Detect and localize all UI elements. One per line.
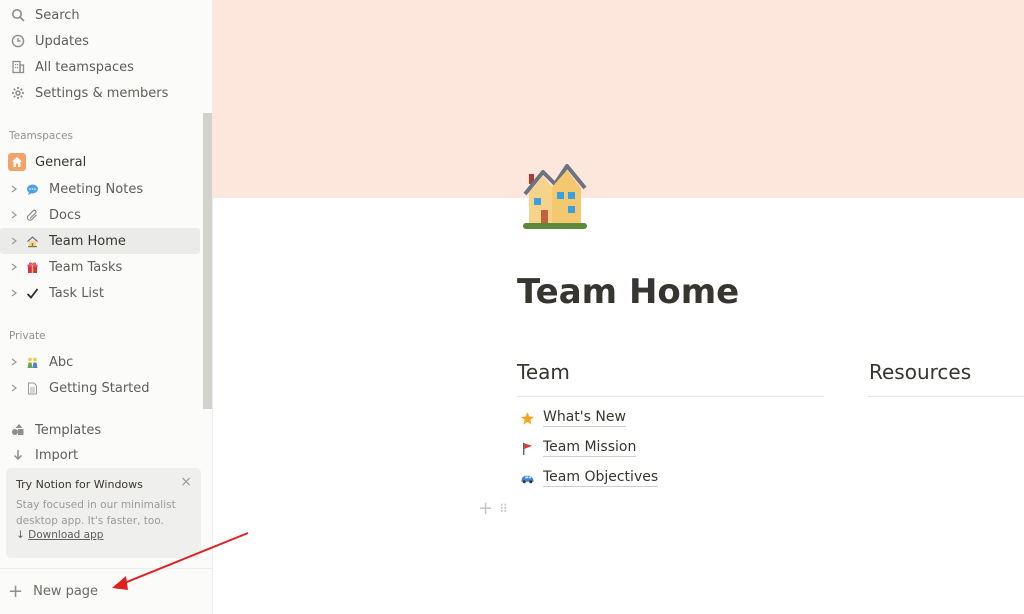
chevron-right-icon[interactable] xyxy=(8,358,20,366)
sidebar-item-label: Getting Started xyxy=(49,380,150,396)
chevron-right-icon[interactable] xyxy=(8,185,20,193)
sidebar-all-teamspaces[interactable]: All teamspaces xyxy=(0,54,200,80)
link-team-objectives[interactable]: Team Objectives xyxy=(519,467,659,489)
download-icon xyxy=(10,448,26,461)
sidebar-item-label: Meeting Notes xyxy=(49,181,144,197)
red-flag-icon xyxy=(519,440,535,456)
gift-icon xyxy=(24,259,40,275)
promo-title: Try Notion for Windows xyxy=(16,478,143,491)
checkmark-icon xyxy=(24,285,40,301)
team-divider xyxy=(517,396,824,397)
sidebar-item-meeting-notes[interactable]: Meeting Notes xyxy=(0,176,200,202)
clock-icon xyxy=(10,33,26,49)
gear-icon xyxy=(10,85,26,101)
chevron-right-icon[interactable] xyxy=(8,211,20,219)
sidebar-item-label: Abc xyxy=(49,354,74,370)
link-team-mission[interactable]: Team Mission xyxy=(519,437,637,459)
sidebar-settings-members-label: Settings & members xyxy=(35,85,169,101)
sidebar-item-abc[interactable]: Abc xyxy=(0,349,200,375)
promo-text: Stay focused in our minimalist desktop a… xyxy=(16,499,176,527)
sidebar-updates-label: Updates xyxy=(35,33,89,49)
sidebar-item-docs[interactable]: Docs xyxy=(0,202,200,228)
sidebar-settings-members[interactable]: Settings & members xyxy=(0,80,200,106)
resources-heading[interactable]: Resources xyxy=(869,360,971,384)
sidebar-item-general-label: General xyxy=(35,154,87,170)
chevron-right-icon[interactable] xyxy=(8,289,20,297)
sidebar-item-task-list[interactable]: Task List xyxy=(0,280,200,306)
people-icon xyxy=(24,354,40,370)
chevron-right-icon[interactable] xyxy=(8,263,20,271)
new-page-button[interactable]: + New page xyxy=(0,568,212,614)
download-app-link[interactable]: ↓ Download app xyxy=(16,529,191,541)
sidebar-import[interactable]: Import xyxy=(0,443,200,461)
close-icon[interactable]: × xyxy=(180,475,192,489)
speech-bubble-icon xyxy=(24,181,40,197)
building-icon xyxy=(10,59,26,75)
sidebar-search[interactable]: Search xyxy=(0,2,200,28)
link-label: Team Mission xyxy=(543,439,637,457)
resources-divider xyxy=(868,396,1024,397)
sidebar-item-team-home[interactable]: Team Home xyxy=(0,228,200,254)
download-app-label: Download app xyxy=(28,529,104,541)
private-section-label: Private xyxy=(9,330,46,342)
sidebar-import-label: Import xyxy=(35,448,79,461)
sidebar-all-teamspaces-label: All teamspaces xyxy=(35,59,134,75)
new-page-label: New page xyxy=(33,584,99,599)
sidebar-item-label: Team Home xyxy=(49,233,126,249)
search-icon xyxy=(10,7,26,23)
teamspaces-section-label: Teamspaces xyxy=(9,130,74,142)
home-icon xyxy=(8,153,26,171)
sidebar-item-getting-started[interactable]: Getting Started xyxy=(0,375,200,401)
page-icon xyxy=(24,380,40,396)
link-whats-new[interactable]: What's New xyxy=(519,407,626,429)
add-block-icon[interactable]: + xyxy=(478,500,493,518)
drag-handle-icon[interactable]: ⠿ xyxy=(499,503,508,515)
promo-card: Try Notion for Windows × Stay focused in… xyxy=(6,468,201,558)
page-cover[interactable] xyxy=(213,0,1024,198)
house-with-garden-icon[interactable] xyxy=(521,160,589,232)
shapes-icon xyxy=(10,422,26,438)
link-label: What's New xyxy=(543,409,626,427)
chevron-right-icon[interactable] xyxy=(8,384,20,392)
sidebar: Search Updates All teamspaces Settings &… xyxy=(0,0,213,614)
sidebar-templates[interactable]: Templates xyxy=(0,417,200,443)
sidebar-item-label: Task List xyxy=(49,285,104,301)
star-icon xyxy=(519,410,535,426)
paperclip-icon xyxy=(24,207,40,223)
chevron-right-icon[interactable] xyxy=(8,237,20,245)
download-arrow-icon: ↓ xyxy=(16,529,25,541)
link-label: Team Objectives xyxy=(543,469,659,487)
house-icon xyxy=(24,233,40,249)
sidebar-scrollbar[interactable] xyxy=(203,113,212,409)
sidebar-item-label: Docs xyxy=(49,207,81,223)
sidebar-item-team-tasks[interactable]: Team Tasks xyxy=(0,254,200,280)
page-title[interactable]: Team Home xyxy=(517,272,739,312)
sidebar-templates-label: Templates xyxy=(35,422,102,438)
team-heading[interactable]: Team xyxy=(517,360,570,384)
sidebar-search-label: Search xyxy=(35,7,80,23)
plus-icon: + xyxy=(8,580,24,602)
sidebar-item-label: Team Tasks xyxy=(49,259,123,275)
block-handle[interactable]: + ⠿ xyxy=(478,500,508,518)
sidebar-item-general[interactable]: General xyxy=(0,149,200,175)
sidebar-updates[interactable]: Updates xyxy=(0,28,200,54)
car-icon xyxy=(519,470,535,486)
